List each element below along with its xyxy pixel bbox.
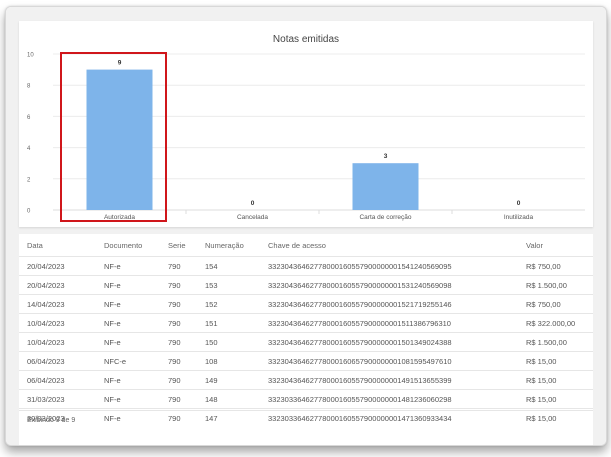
y-tick-label: 10 [27, 53, 34, 59]
cell-serie: 790 [168, 413, 181, 423]
cell-documento: NFC-e [104, 356, 127, 366]
bar-2 [352, 163, 419, 210]
table-row[interactable]: 06/04/2023 NFC-e 790 108 3323043646277800016… [19, 351, 593, 371]
table-header-row: Data Documento Serie Numeração Chave de … [19, 234, 593, 257]
column-header-data[interactable]: Data [19, 234, 96, 257]
data-label: 0 [517, 200, 521, 207]
notas-table-panel: Data Documento Serie Numeração Chave de … [19, 234, 593, 445]
y-tick-label: 2 [27, 177, 31, 183]
cell-documento: NF-e [104, 375, 121, 385]
table-row[interactable]: 20/04/2023 NF-e 790 153 33230436462778000160… [19, 275, 593, 295]
cell-serie: 790 [168, 280, 181, 290]
table-row[interactable]: 06/04/2023 NF-e 790 149 33230436462778000160… [19, 370, 593, 390]
cell-valor: R$ 1.500,00 [526, 337, 567, 347]
cell-valor: R$ 322.000,00 [526, 318, 576, 328]
column-header-valor[interactable]: Valor [518, 234, 593, 257]
cell-serie: 790 [168, 356, 181, 366]
cell-numeracao: 154 [205, 261, 218, 271]
cell-serie: 790 [168, 318, 181, 328]
cell-documento: NF-e [104, 394, 121, 404]
cell-chave: 3323043646277800016055790000000151138679… [268, 318, 451, 328]
highlight-box-autorizada [60, 52, 167, 222]
table-row[interactable]: 14/04/2023 NF-e 790 152 33230436462778000160… [19, 294, 593, 314]
notas-table: Data Documento Serie Numeração Chave de … [19, 234, 593, 427]
y-tick-label: 0 [27, 209, 31, 215]
cell-documento: NF-e [104, 337, 121, 347]
table-row[interactable]: 10/04/2023 NF-e 790 150 33230436462778000160… [19, 332, 593, 352]
cell-chave: 3323043646277800016065790000000108159549… [268, 356, 452, 366]
cell-documento: NF-e [104, 280, 121, 290]
cell-data: 10/04/2023 [27, 337, 65, 347]
table-row[interactable]: 10/04/2023 NF-e 790 151 33230436462778000160… [19, 313, 593, 333]
cell-chave: 3323043646277800016055790000000149151365… [268, 375, 452, 385]
table-row[interactable]: 30/03/2023 NF-e 790 147 33230336462778000160… [19, 408, 593, 428]
column-header-numeracao[interactable]: Numeração [197, 234, 260, 257]
cell-valor: R$ 1.500,00 [526, 280, 567, 290]
cell-serie: 790 [168, 375, 181, 385]
cell-valor: R$ 15,00 [526, 356, 557, 366]
cell-data: 20/04/2023 [27, 261, 65, 271]
row-count-footer: Exibindo 9 de 9 [27, 417, 76, 424]
cell-numeracao: 150 [205, 337, 218, 347]
x-tick-label: Carta de correção [359, 214, 411, 221]
table-row[interactable]: 20/04/2023 NF-e 790 154 33230436462778000160… [19, 256, 593, 276]
cell-valor: R$ 750,00 [526, 261, 561, 271]
cell-data: 06/04/2023 [27, 375, 65, 385]
cell-numeracao: 108 [205, 356, 218, 366]
chart-title: Notas emitidas [273, 34, 339, 45]
cell-valor: R$ 750,00 [526, 299, 561, 309]
x-tick-label: Inutilizada [504, 214, 534, 221]
cell-serie: 790 [168, 394, 181, 404]
cell-data: 20/04/2023 [27, 280, 65, 290]
cell-documento: NF-e [104, 413, 121, 423]
cell-numeracao: 152 [205, 299, 218, 309]
cell-documento: NF-e [104, 299, 121, 309]
column-header-chave[interactable]: Chave de acesso [260, 234, 518, 257]
cell-chave: 3323033646277800016055790000000147136093… [268, 413, 452, 423]
cell-chave: 3323043646277800016055790000000154124056… [268, 261, 452, 271]
cell-data: 06/04/2023 [27, 356, 65, 366]
cell-chave: 3323043646277800016055790000000152171925… [268, 299, 452, 309]
y-tick-label: 8 [27, 84, 31, 90]
cell-valor: R$ 15,00 [526, 394, 557, 404]
table-row[interactable]: 31/03/2023 NF-e 790 148 33230336462778000160… [19, 389, 593, 409]
footer-divider [19, 410, 593, 411]
cell-numeracao: 151 [205, 318, 218, 328]
cell-chave: 3323043646277800016055790000000153124056… [268, 280, 452, 290]
cell-numeracao: 147 [205, 413, 218, 423]
cell-data: 10/04/2023 [27, 318, 65, 328]
cell-serie: 790 [168, 261, 181, 271]
column-header-serie[interactable]: Serie [160, 234, 197, 257]
y-tick-label: 6 [27, 115, 31, 121]
cell-documento: NF-e [104, 318, 121, 328]
cell-chave: 3323033646277800016055790000000148123606… [268, 394, 452, 404]
y-tick-label: 4 [27, 146, 31, 152]
cell-serie: 790 [168, 299, 181, 309]
cell-data: 31/03/2023 [27, 394, 65, 404]
cell-data: 14/04/2023 [27, 299, 65, 309]
cell-numeracao: 153 [205, 280, 218, 290]
cell-valor: R$ 15,00 [526, 375, 557, 385]
column-header-documento[interactable]: Documento [96, 234, 160, 257]
cell-documento: NF-e [104, 261, 121, 271]
window-frame: Notas emitidas 0 2 4 6 8 10 9 Autorizada 0 Cancela… [5, 6, 607, 446]
data-label: 3 [384, 153, 388, 160]
x-tick-label: Cancelada [237, 214, 268, 221]
cell-numeracao: 149 [205, 375, 218, 385]
data-label: 0 [251, 200, 255, 207]
cell-numeracao: 148 [205, 394, 218, 404]
cell-serie: 790 [168, 337, 181, 347]
cell-chave: 3323043646277800016055790000000150134902… [268, 337, 452, 347]
cell-valor: R$ 15,00 [526, 413, 557, 423]
